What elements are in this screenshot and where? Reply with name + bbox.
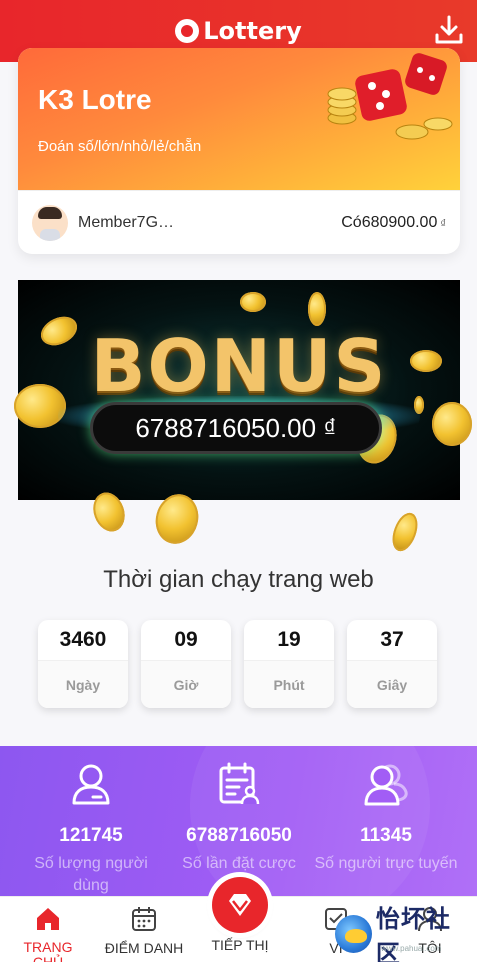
coin-icon	[387, 509, 423, 555]
user-icon	[72, 764, 110, 805]
game-title: K3 Lotre	[38, 84, 152, 115]
calendar-user-icon	[219, 762, 260, 805]
counter-value: 3460	[59, 628, 107, 651]
stat-value: 121745	[59, 825, 123, 846]
stat-label: Số lượng người dùng	[34, 855, 148, 894]
counter-hours: 09 Giờ	[141, 620, 231, 708]
game-subtitle: Đoán số/lớn/nhỏ/lẻ/chẵn	[38, 138, 202, 155]
coin-icon	[432, 402, 472, 446]
member-balance: Có680900.00 ₫	[341, 214, 446, 232]
stat-users: 121745 Số lượng người dùng	[16, 762, 166, 897]
member-name: Member7G…	[78, 213, 175, 231]
download-icon[interactable]	[433, 14, 465, 46]
coin-icon	[150, 489, 204, 549]
logo-mark-icon	[175, 19, 200, 43]
dice-coins-illustration	[327, 53, 453, 140]
game-card-k3[interactable]: K3 Lotre Đoán số/lớn/nhỏ/lẻ/chẵn Member7…	[18, 48, 460, 254]
app-logo[interactable]: Lottery	[175, 17, 302, 45]
stat-value: 6788716050	[186, 825, 292, 846]
counter-days: 3460 Ngày	[38, 620, 128, 708]
coin-icon	[240, 292, 266, 312]
bonus-banner[interactable]: BONUS 6788716050.00 ₫	[14, 280, 472, 555]
nav-item-marketing[interactable]: TIẾP THỊ	[192, 897, 288, 962]
stat-bets: 6788716050 Số lần đặt cược	[164, 762, 314, 875]
counter-value: 19	[277, 628, 301, 651]
uptime-title: Thời gian chạy trang web	[103, 566, 374, 593]
watermark-logo-icon	[335, 915, 372, 953]
nav-item-home[interactable]: TRANG CHỦ	[0, 897, 96, 962]
counter-label: Giờ	[141, 660, 231, 708]
member-row: Member7G… Có680900.00 ₫	[18, 190, 460, 254]
avatar[interactable]	[32, 204, 68, 241]
stat-label: Số lần đặt cược	[182, 855, 296, 872]
nav-label: TIẾP THỊ	[211, 937, 269, 953]
currency-symbol: ₫	[440, 217, 446, 230]
balance-value: Có680900.00	[341, 213, 438, 231]
coin-icon	[88, 488, 130, 536]
nav-item-checkin[interactable]: ĐIỂM DANH	[96, 897, 192, 962]
bonus-amount: 6788716050.00 ₫	[90, 402, 382, 454]
nav-label: ĐIỂM DANH	[104, 940, 184, 956]
nav-label: TRANG CHỦ	[23, 939, 73, 962]
game-banner[interactable]: K3 Lotre Đoán số/lớn/nhỏ/lẻ/chẵn	[18, 48, 460, 190]
uptime-counters: 3460 Ngày 09 Giờ 19 Phút 37 Giây	[38, 620, 437, 708]
stat-online: 11345 Số người trực tuyến	[311, 762, 461, 875]
coin-icon	[308, 292, 326, 326]
logo-text: Lottery	[203, 17, 302, 45]
counter-label: Ngày	[38, 660, 128, 708]
counter-value: 37	[380, 628, 404, 651]
counter-label: Phút	[244, 660, 334, 708]
calendar-icon	[132, 907, 156, 931]
stat-value: 11345	[360, 825, 412, 846]
counter-label: Giây	[347, 660, 437, 708]
stat-label: Số người trực tuyến	[314, 855, 458, 872]
users-icon	[364, 764, 408, 806]
counter-value: 09	[174, 628, 198, 651]
counter-seconds: 37 Giây	[347, 620, 437, 708]
watermark-url: www.pahuai.com	[381, 944, 442, 953]
counter-minutes: 19 Phút	[244, 620, 334, 708]
home-icon	[37, 908, 59, 930]
watermark: 怡坏社区 www.pahuai.com	[335, 905, 473, 962]
